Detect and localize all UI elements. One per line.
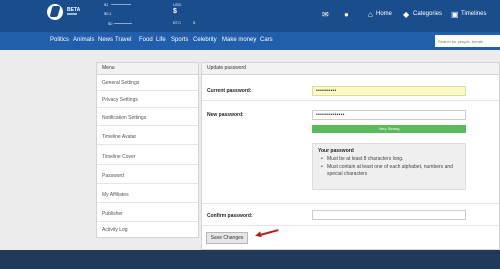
menu-header: Menu: [97, 63, 198, 75]
menu-item-label: Timeline Avatar: [102, 134, 137, 140]
nav-home[interactable]: Home: [376, 11, 392, 17]
divider: [202, 100, 499, 101]
requirement-item: Must be at least 8 characters long.: [327, 156, 404, 162]
usd-label: USD: [173, 2, 182, 7]
book-icon[interactable]: ▣: [451, 10, 459, 19]
footer: [0, 250, 500, 269]
password-strength-bar: Very Strong: [312, 125, 466, 133]
current-password-field[interactable]: ••••••••••: [312, 86, 466, 96]
divider: [202, 203, 499, 204]
divider: [202, 225, 499, 226]
current-password-label: Current password:: [207, 88, 252, 94]
search-input[interactable]: [435, 35, 500, 47]
stat-3-line: [114, 23, 132, 24]
menu-item-label: Password: [102, 173, 124, 179]
requirement-item: Must contain at least one of each alphab…: [327, 164, 453, 177]
menu-item-password[interactable]: Password: [97, 168, 198, 184]
menu-item-activity-log[interactable]: Activity Log: [97, 222, 198, 238]
tag-icon[interactable]: ◆: [403, 10, 409, 19]
panel-header: Update password: [202, 63, 499, 75]
category-food[interactable]: Food: [139, 37, 153, 43]
nav-timelines[interactable]: Timelines: [461, 11, 486, 17]
logo-subtext: [67, 13, 77, 15]
panel-title: Update password: [207, 65, 246, 71]
menu-item-label: Privacy Settings: [102, 97, 138, 103]
menu-item-label: Publisher: [102, 211, 123, 217]
category-life[interactable]: Life: [156, 37, 166, 43]
stat-2: $0.1: [104, 11, 112, 16]
btc-label: BTC: [173, 20, 181, 25]
confirm-password-label: Confirm password:: [207, 213, 253, 219]
bullet-icon: •: [321, 156, 323, 162]
category-make-money[interactable]: Make money: [222, 37, 256, 43]
new-password-label: New password:: [207, 112, 244, 118]
category-cars[interactable]: Cars: [260, 37, 273, 43]
menu-title: Menu: [102, 65, 115, 71]
category-politics[interactable]: Politics: [50, 37, 69, 43]
usd-value: $: [173, 8, 177, 15]
requirements-title: Your password: [318, 148, 354, 154]
menu-item-general-settings[interactable]: General Settings: [97, 75, 198, 91]
globe-icon[interactable]: ●: [344, 10, 349, 19]
category-animals[interactable]: Animals: [73, 37, 94, 43]
confirm-password-field[interactable]: [312, 210, 466, 220]
save-changes-button[interactable]: Save Changes: [206, 232, 248, 244]
category-news[interactable]: News: [98, 37, 113, 43]
stat-1-line: [111, 4, 131, 5]
password-strength-text: Very Strong: [378, 126, 400, 131]
category-travel[interactable]: Travel: [115, 37, 131, 43]
category-sports[interactable]: Sports: [171, 37, 188, 43]
new-password-field[interactable]: ••••••••••••••: [312, 110, 466, 120]
menu-item-timeline-avatar[interactable]: Timeline Avatar: [97, 129, 198, 145]
settings-menu: Menu General Settings Privacy Settings N…: [96, 62, 199, 238]
menu-item-label: General Settings: [102, 80, 140, 86]
stat-3: $0: [108, 21, 113, 26]
bullet-icon: •: [321, 164, 323, 170]
menu-item-my-affiliates[interactable]: My Affiliates: [97, 187, 198, 203]
menu-item-publisher[interactable]: Publisher: [97, 206, 198, 222]
top-bar: BETA $1 $0.1 $0 USD $ BTC $ ✉ ● ⌂ Home ◆…: [0, 0, 500, 32]
nav-categories[interactable]: Categories: [413, 11, 442, 17]
menu-item-privacy-settings[interactable]: Privacy Settings: [97, 92, 198, 108]
category-celebrity[interactable]: Celebrity: [193, 37, 217, 43]
menu-item-label: Timeline Cover: [102, 154, 136, 160]
btc-value: $: [193, 20, 196, 25]
menu-item-label: Notification Settings: [102, 115, 147, 121]
password-requirements: Your password • Must be at least 8 chara…: [312, 143, 466, 190]
update-password-panel: Update password Current password: ••••••…: [201, 62, 500, 250]
menu-item-notification-settings[interactable]: Notification Settings: [97, 110, 198, 126]
stat-1: $1: [104, 2, 109, 7]
menu-item-label: My Affiliates: [102, 192, 129, 198]
menu-item-label: Activity Log: [102, 227, 128, 233]
menu-item-timeline-cover[interactable]: Timeline Cover: [97, 149, 198, 165]
home-icon[interactable]: ⌂: [368, 10, 373, 19]
chat-icon[interactable]: ✉: [322, 10, 329, 19]
